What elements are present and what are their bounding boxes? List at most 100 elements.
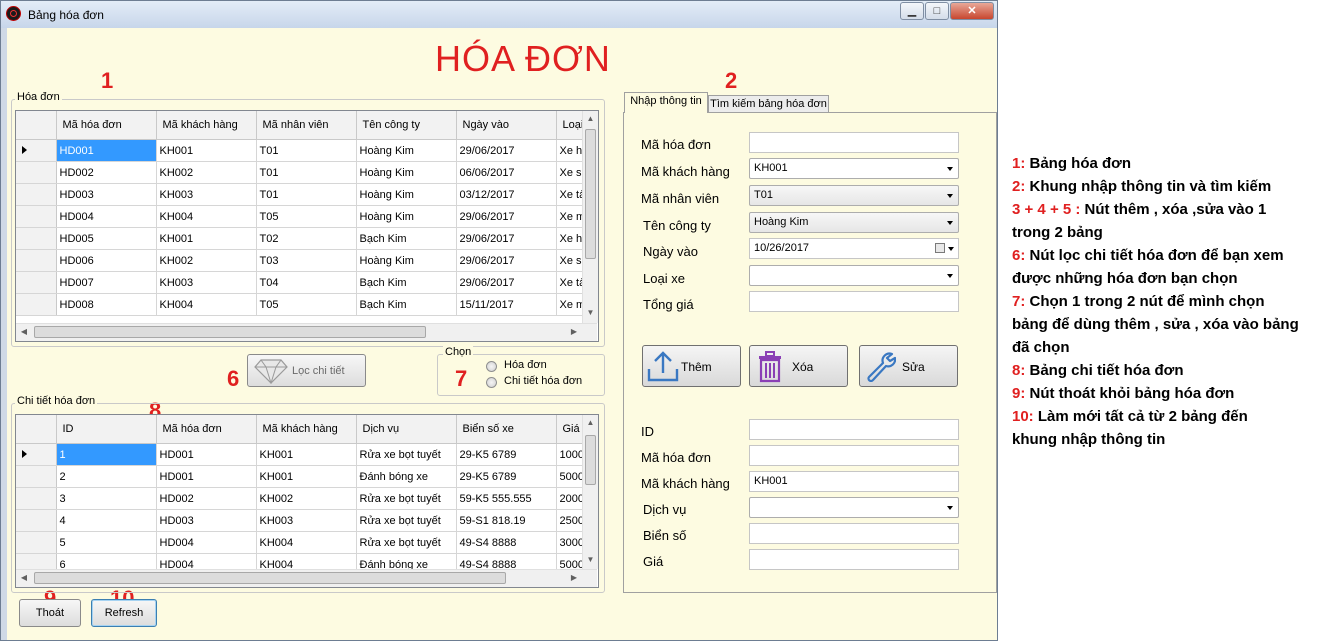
- refresh-button[interactable]: Refresh: [91, 599, 157, 627]
- table-cell[interactable]: KH003: [256, 509, 357, 532]
- table-cell[interactable]: KH002: [156, 249, 257, 272]
- table-cell[interactable]: T01: [256, 183, 357, 206]
- table-cell[interactable]: Rửa xe bọt tuyết: [356, 509, 457, 532]
- table-cell[interactable]: Rửa xe bọt tuyết: [356, 443, 457, 466]
- table-cell[interactable]: 29/06/2017: [456, 139, 557, 162]
- gia-input[interactable]: [749, 549, 959, 570]
- row-header[interactable]: [16, 249, 57, 272]
- tab-input[interactable]: Nhập thông tin: [624, 92, 708, 113]
- table-cell[interactable]: HD004: [56, 205, 157, 228]
- column-header[interactable]: Mã nhân viên: [256, 111, 357, 140]
- radio-invoice-details-label[interactable]: Chi tiết hóa đơn: [504, 375, 582, 387]
- table-cell[interactable]: Bạch Kim: [356, 293, 457, 316]
- table-cell[interactable]: Xe m: [556, 205, 585, 228]
- table-cell[interactable]: Rửa xe bọt tuyết: [356, 531, 457, 554]
- title-bar[interactable]: Bảng hóa đơn ▁ □ ✕: [1, 1, 997, 28]
- row-header[interactable]: [16, 487, 57, 510]
- table-cell[interactable]: HD007: [56, 271, 157, 294]
- table-row[interactable]: 3 HD002 KH002 Rửa xe bọt tuyết 59-K5 555.555…: [16, 487, 585, 510]
- table-cell[interactable]: KH002: [256, 487, 357, 510]
- table-row[interactable]: 4 HD003 KH003 Rửa xe bọt tuyết 59-S1 818.19 2…: [16, 509, 585, 532]
- scroll-thumb[interactable]: [34, 326, 426, 338]
- table-cell[interactable]: KH004: [156, 205, 257, 228]
- table-cell[interactable]: HD004: [156, 531, 257, 554]
- ngay-vao-datepicker[interactable]: 10/26/2017: [749, 238, 959, 259]
- table-cell[interactable]: KH004: [256, 531, 357, 554]
- table-cell[interactable]: Bạch Kim: [356, 271, 457, 294]
- detail-ma-hoa-don-input[interactable]: [749, 445, 959, 466]
- scroll-right-icon[interactable]: ▶: [566, 324, 582, 340]
- table-cell[interactable]: Rửa xe bọt tuyết: [356, 487, 457, 510]
- table-row[interactable]: 2 HD001 KH001 Đánh bóng xe 29-K5 6789 5000: [16, 465, 585, 488]
- scroll-right-icon[interactable]: ▶: [566, 570, 582, 586]
- tab-search[interactable]: Tìm kiếm bảng hóa đơn: [708, 95, 829, 113]
- table-cell[interactable]: Hoàng Kim: [356, 205, 457, 228]
- table-cell[interactable]: KH003: [156, 183, 257, 206]
- maximize-button[interactable]: □: [925, 2, 949, 20]
- table-row[interactable]: HD002 KH002 T01 Hoàng Kim 06/06/2017 Xe s: [16, 161, 585, 184]
- table-cell[interactable]: KH001: [156, 139, 257, 162]
- column-header[interactable]: Tên công ty: [356, 111, 457, 140]
- invoice-vertical-scrollbar[interactable]: ▲ ▼: [582, 111, 598, 323]
- scroll-down-icon[interactable]: ▼: [583, 305, 598, 321]
- table-row[interactable]: HD004 KH004 T05 Hoàng Kim 29/06/2017 Xe m: [16, 205, 585, 228]
- table-cell[interactable]: 29/06/2017: [456, 205, 557, 228]
- invoice-horizontal-scrollbar[interactable]: ◀ ▶: [16, 323, 597, 341]
- table-cell[interactable]: 29-K5 6789: [456, 465, 557, 488]
- radio-invoice[interactable]: [486, 361, 497, 372]
- scroll-down-icon[interactable]: ▼: [583, 552, 598, 568]
- radio-invoice-label[interactable]: Hóa đơn: [504, 359, 547, 371]
- column-header[interactable]: Dịch vụ: [356, 415, 457, 444]
- table-cell[interactable]: Xe tả: [556, 183, 585, 206]
- row-header[interactable]: [16, 183, 57, 206]
- table-cell[interactable]: T04: [256, 271, 357, 294]
- table-cell[interactable]: 49-S4 8888: [456, 531, 557, 554]
- delete-button[interactable]: Xóa: [749, 345, 848, 387]
- table-row[interactable]: 5 HD004 KH004 Rửa xe bọt tuyết 49-S4 8888 300…: [16, 531, 585, 554]
- column-header[interactable]: Mã hóa đơn: [156, 415, 257, 444]
- table-cell[interactable]: HD001: [156, 465, 257, 488]
- table-cell[interactable]: 03/12/2017: [456, 183, 557, 206]
- close-button[interactable]: ✕: [950, 2, 994, 20]
- details-horizontal-scrollbar[interactable]: ◀ ▶: [16, 569, 597, 587]
- table-cell[interactable]: Xe h: [556, 227, 585, 250]
- scroll-left-icon[interactable]: ◀: [16, 570, 32, 586]
- row-header[interactable]: [16, 443, 57, 466]
- table-cell[interactable]: HD006: [56, 249, 157, 272]
- row-header[interactable]: [16, 509, 57, 532]
- table-cell[interactable]: T05: [256, 205, 357, 228]
- table-cell[interactable]: HD003: [56, 183, 157, 206]
- table-cell[interactable]: Xe m: [556, 293, 585, 316]
- scroll-up-icon[interactable]: ▲: [583, 415, 598, 431]
- tong-gia-input[interactable]: [749, 291, 959, 312]
- table-cell[interactable]: HD003: [156, 509, 257, 532]
- table-cell[interactable]: HD008: [56, 293, 157, 316]
- table-cell[interactable]: Bạch Kim: [356, 227, 457, 250]
- column-header[interactable]: Loại: [556, 111, 585, 140]
- add-button[interactable]: Thêm: [642, 345, 741, 387]
- column-header[interactable]: Ngày vào: [456, 111, 557, 140]
- filter-details-button[interactable]: Lọc chi tiết: [247, 354, 366, 387]
- scroll-up-icon[interactable]: ▲: [583, 111, 598, 127]
- row-header[interactable]: [16, 227, 57, 250]
- bien-so-input[interactable]: [749, 523, 959, 544]
- table-cell[interactable]: HD005: [56, 227, 157, 250]
- row-header[interactable]: [16, 531, 57, 554]
- table-cell[interactable]: HD001: [56, 139, 157, 162]
- table-cell[interactable]: 3: [56, 487, 157, 510]
- table-cell[interactable]: 5000: [556, 465, 585, 488]
- table-cell[interactable]: T05: [256, 293, 357, 316]
- column-header[interactable]: Mã khách hàng: [156, 111, 257, 140]
- ten-cong-ty-combo[interactable]: Hoàng Kim: [749, 212, 959, 233]
- row-header[interactable]: [16, 139, 57, 162]
- column-header[interactable]: ID: [56, 415, 157, 444]
- table-cell[interactable]: T01: [256, 139, 357, 162]
- table-cell[interactable]: 2000: [556, 487, 585, 510]
- table-cell[interactable]: 3000: [556, 531, 585, 554]
- table-row[interactable]: HD006 KH002 T03 Hoàng Kim 29/06/2017 Xe s: [16, 249, 585, 272]
- table-cell[interactable]: 06/06/2017: [456, 161, 557, 184]
- table-cell[interactable]: T02: [256, 227, 357, 250]
- ma-hoa-don-input[interactable]: [749, 132, 959, 153]
- table-cell[interactable]: KH004: [156, 293, 257, 316]
- table-cell[interactable]: 15/11/2017: [456, 293, 557, 316]
